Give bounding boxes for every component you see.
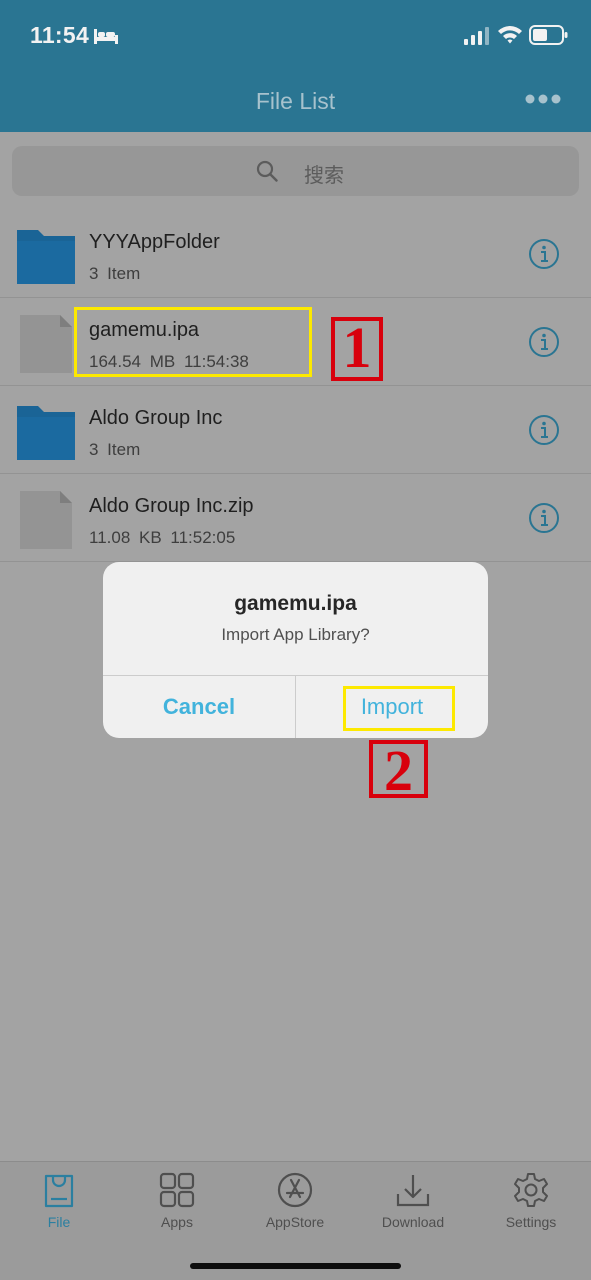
dialog-title: gamemu.ipa <box>234 592 357 615</box>
list-item[interactable]: Aldo Group Inc.zip 11.08 KB 11:52:05 <box>0 474 591 562</box>
tab-label: Apps <box>161 1214 193 1230</box>
list-item[interactable]: Aldo Group Inc 3 Item <box>0 386 591 474</box>
tab-settings[interactable]: Settings <box>472 1162 590 1242</box>
info-icon[interactable] <box>528 238 560 270</box>
file-name: Aldo Group Inc <box>89 407 223 429</box>
search-input[interactable]: 搜索 <box>12 146 579 196</box>
step-number-1: 1 <box>331 317 383 381</box>
tab-bar: File Apps AppStore Download Settings <box>0 1161 591 1280</box>
list-item[interactable]: YYYAppFolder 3 Item <box>0 210 591 298</box>
tab-apps[interactable]: Apps <box>118 1162 236 1242</box>
search-placeholder: 搜索 <box>304 165 344 187</box>
file-name: YYYAppFolder <box>89 231 220 253</box>
apps-grid-icon <box>159 1172 195 1208</box>
nav-bar: File List <box>0 70 591 132</box>
file-meta: 3 Item <box>89 264 141 283</box>
appstore-icon <box>277 1172 313 1208</box>
home-indicator[interactable] <box>190 1263 401 1269</box>
highlight-box-file <box>74 307 312 377</box>
page-title: File List <box>255 88 336 114</box>
download-icon <box>396 1175 430 1207</box>
document-icon <box>20 491 72 549</box>
status-bar: 11:54 <box>0 0 591 70</box>
tab-file[interactable]: File <box>0 1162 118 1242</box>
bed-icon <box>94 29 118 44</box>
search-icon <box>256 160 278 182</box>
tab-label: AppStore <box>265 1214 325 1230</box>
tab-label: Settings <box>505 1214 557 1230</box>
folder-icon <box>17 230 75 284</box>
status-time: 11:54 <box>30 22 90 48</box>
wifi-icon <box>498 26 522 44</box>
document-icon <box>20 315 72 373</box>
info-icon[interactable] <box>528 414 560 446</box>
step-number-2: 2 <box>369 740 428 800</box>
cellular-signal-icon <box>464 27 489 45</box>
tab-appstore[interactable]: AppStore <box>236 1162 354 1242</box>
gear-icon <box>514 1173 548 1207</box>
file-bag-icon <box>44 1174 74 1208</box>
dialog-message: Import App Library? <box>221 625 370 644</box>
tab-download[interactable]: Download <box>354 1162 472 1242</box>
file-list: YYYAppFolder 3 Item gamemu.ipa 164.54 MB… <box>0 210 591 562</box>
info-icon[interactable] <box>528 326 560 358</box>
tab-label: File <box>47 1214 71 1230</box>
file-meta: 11.08 KB 11:52:05 <box>89 528 236 547</box>
cancel-button[interactable]: Cancel <box>103 676 295 738</box>
tab-label: Download <box>381 1214 445 1230</box>
battery-icon <box>529 25 568 45</box>
folder-icon <box>17 406 75 460</box>
info-icon[interactable] <box>528 502 560 534</box>
file-meta: 3 Item <box>89 440 141 459</box>
file-name: Aldo Group Inc.zip <box>89 495 254 517</box>
ellipsis-icon[interactable] <box>525 92 561 106</box>
highlight-box-import <box>343 686 455 731</box>
